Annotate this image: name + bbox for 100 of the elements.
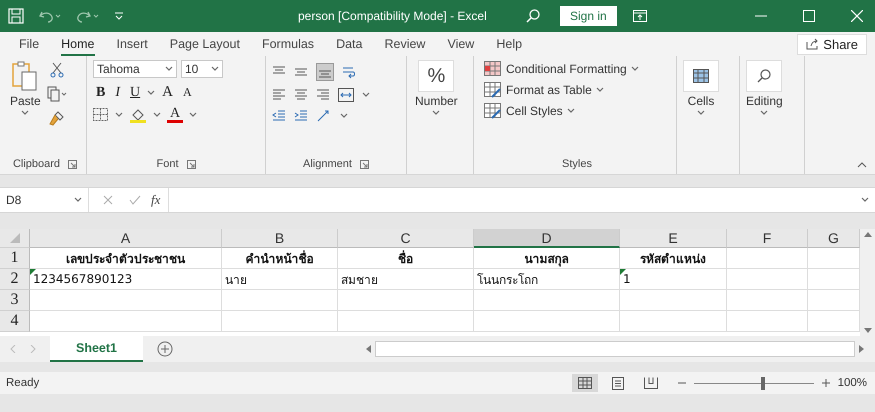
caret-icon[interactable]: [21, 110, 30, 116]
table-cell[interactable]: [727, 311, 808, 332]
redo-icon[interactable]: [76, 9, 100, 23]
maximize-icon[interactable]: [803, 10, 815, 22]
dialog-launcher-icon[interactable]: [360, 160, 369, 168]
caret-icon[interactable]: [362, 92, 370, 98]
table-cell[interactable]: [727, 290, 808, 311]
column-header[interactable]: E: [620, 229, 727, 248]
save-icon[interactable]: [8, 8, 24, 24]
column-header[interactable]: D: [474, 229, 620, 248]
ribbon-display-icon[interactable]: [632, 10, 647, 22]
fill-color-icon[interactable]: [129, 107, 147, 123]
row-header[interactable]: 1: [0, 248, 30, 269]
sign-in-button[interactable]: Sign in: [560, 6, 617, 26]
scroll-up-icon[interactable]: [864, 231, 872, 237]
table-cell[interactable]: 1: [620, 269, 727, 290]
ribbon-tab[interactable]: Help: [485, 35, 534, 53]
horizontal-scrollbar[interactable]: [375, 341, 855, 357]
italic-button[interactable]: I: [112, 84, 124, 100]
paste-button[interactable]: Paste: [10, 60, 41, 154]
caret-icon[interactable]: [147, 90, 156, 96]
cut-icon[interactable]: [50, 62, 64, 78]
ribbon-tab[interactable]: Data: [325, 35, 374, 53]
format-painter-icon[interactable]: [48, 110, 65, 126]
caret-icon[interactable]: [153, 112, 161, 118]
search-icon[interactable]: [526, 9, 540, 23]
align-middle-icon[interactable]: [294, 66, 308, 78]
align-left-icon[interactable]: [272, 89, 286, 101]
caret-icon[interactable]: [74, 197, 82, 203]
caret-icon[interactable]: [340, 113, 348, 119]
table-cell[interactable]: [620, 290, 727, 311]
zoom-thumb[interactable]: [761, 376, 766, 390]
copy-icon[interactable]: [46, 86, 67, 102]
caret-icon[interactable]: [697, 110, 705, 116]
table-cell[interactable]: นามสกุล: [474, 248, 620, 269]
undo-icon[interactable]: [38, 9, 62, 23]
column-header[interactable]: F: [727, 229, 808, 248]
caret-icon[interactable]: [165, 66, 173, 72]
table-cell[interactable]: 1234567890123: [30, 269, 222, 290]
insert-function-button[interactable]: fx: [151, 192, 160, 208]
decrease-font-button[interactable]: A: [180, 85, 195, 100]
cells-button[interactable]: Cells: [683, 60, 719, 154]
caret-icon[interactable]: [115, 112, 123, 118]
caret-icon[interactable]: [596, 87, 604, 93]
table-cell[interactable]: โนนกระโถก: [474, 269, 620, 290]
editing-button[interactable]: Editing: [746, 60, 783, 154]
table-cell[interactable]: คำนำหน้าชื่อ: [222, 248, 338, 269]
dialog-launcher-icon[interactable]: [186, 160, 196, 168]
dialog-launcher-icon[interactable]: [68, 160, 78, 168]
zoom-in-icon[interactable]: [822, 379, 830, 387]
caret-icon[interactable]: [211, 66, 219, 72]
ribbon-tab[interactable]: File: [8, 35, 50, 53]
font-name-field[interactable]: Tahoma: [93, 60, 177, 78]
table-cell[interactable]: [338, 311, 474, 332]
table-cell[interactable]: สมชาย: [338, 269, 474, 290]
column-header[interactable]: A: [30, 229, 222, 248]
wrap-text-icon[interactable]: [342, 65, 356, 79]
ribbon-tab[interactable]: View: [436, 35, 486, 53]
borders-icon[interactable]: [93, 108, 109, 122]
align-center-icon[interactable]: [294, 89, 308, 101]
table-cell[interactable]: นาย: [222, 269, 338, 290]
scroll-left-icon[interactable]: [365, 345, 371, 353]
ribbon-tab[interactable]: Page Layout: [158, 35, 251, 53]
bold-button[interactable]: B: [93, 84, 108, 100]
table-cell[interactable]: รหัสตำแหน่ง: [620, 248, 727, 269]
table-cell[interactable]: เลขประจำตัวประชาชน: [30, 248, 222, 269]
ribbon-tab[interactable]: Home: [50, 35, 106, 53]
share-icon[interactable]: [806, 38, 820, 50]
new-sheet-icon[interactable]: [157, 341, 173, 357]
font-color-button[interactable]: A: [167, 107, 184, 123]
styles-menu-button[interactable]: Conditional Formatting: [484, 60, 670, 78]
ribbon-tab[interactable]: Formulas: [250, 35, 326, 53]
table-cell[interactable]: [474, 290, 620, 311]
caret-icon[interactable]: [566, 108, 575, 114]
caret-icon[interactable]: [432, 110, 440, 116]
table-cell[interactable]: [222, 311, 338, 332]
column-header[interactable]: B: [222, 229, 338, 248]
increase-indent-icon[interactable]: [294, 110, 308, 122]
table-cell[interactable]: [222, 290, 338, 311]
font-size-field[interactable]: 10: [181, 60, 223, 78]
caret-icon[interactable]: [630, 66, 639, 72]
caret-icon[interactable]: [189, 112, 198, 118]
increase-font-button[interactable]: A: [159, 84, 176, 101]
caret-icon[interactable]: [861, 197, 869, 203]
sheet-tab[interactable]: Sheet1: [50, 336, 143, 362]
table-cell[interactable]: [727, 269, 808, 290]
styles-menu-button[interactable]: Cell Styles: [484, 102, 670, 120]
ribbon-tab[interactable]: Insert: [106, 35, 159, 53]
collapse-ribbon-icon[interactable]: [857, 162, 867, 168]
row-header[interactable]: 4: [0, 311, 30, 332]
ribbon-tab[interactable]: Review: [373, 35, 436, 53]
close-icon[interactable]: [851, 10, 863, 22]
underline-button[interactable]: U: [127, 84, 144, 100]
table-cell[interactable]: [620, 311, 727, 332]
align-bottom-icon[interactable]: [316, 63, 334, 81]
customize-icon[interactable]: [114, 11, 124, 21]
row-header[interactable]: 3: [0, 290, 30, 311]
scroll-down-icon[interactable]: [864, 328, 872, 334]
view-button[interactable]: [572, 374, 598, 392]
table-cell[interactable]: [474, 311, 620, 332]
